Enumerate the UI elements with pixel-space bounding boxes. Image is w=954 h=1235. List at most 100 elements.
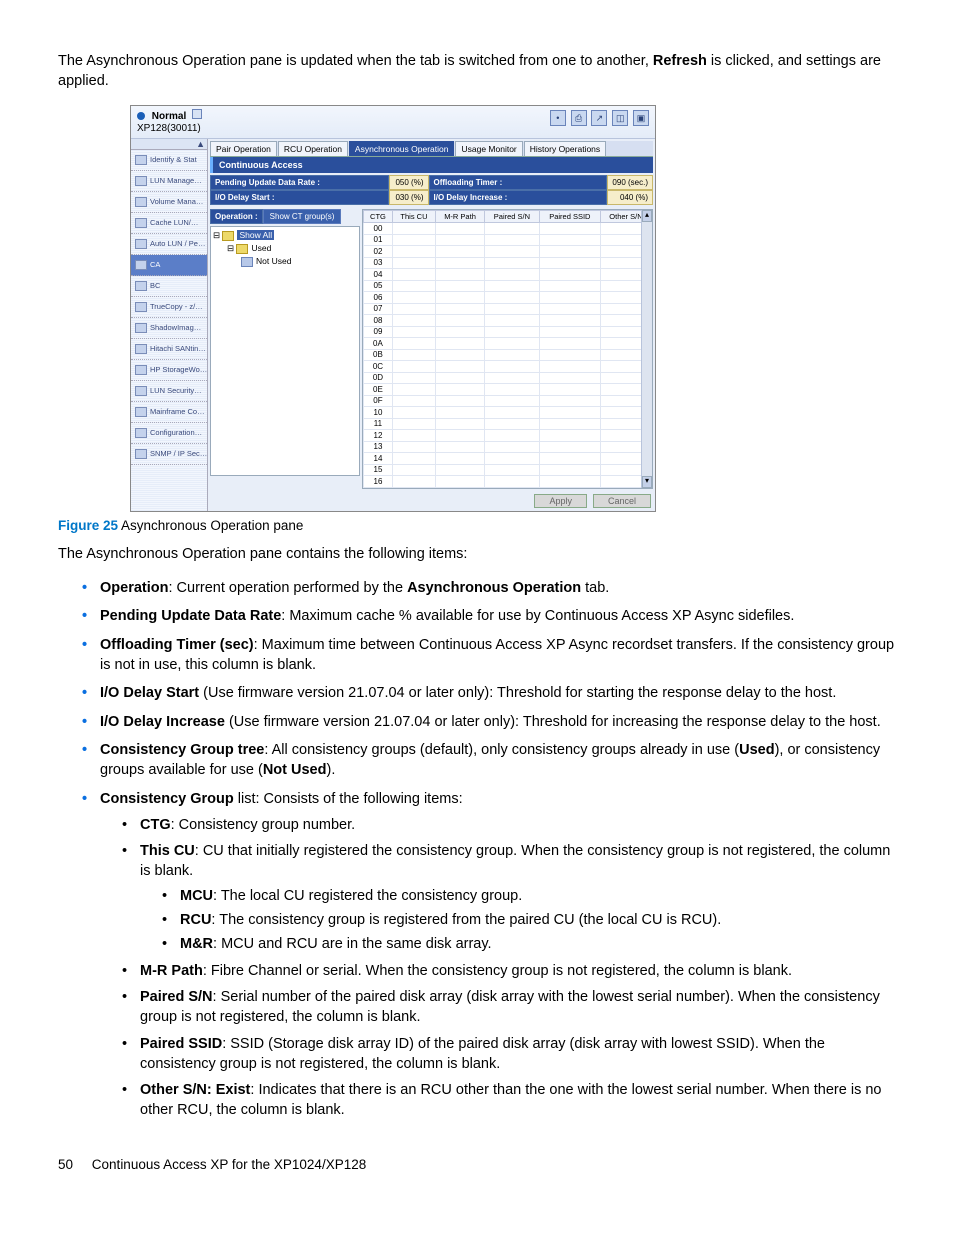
- sidebar-item[interactable]: Volume Mana…: [131, 192, 207, 213]
- toolbar-icon[interactable]: ◫: [612, 110, 628, 126]
- figure-caption: Figure 25 Asynchronous Operation pane: [58, 518, 896, 533]
- list-item: M&R: MCU and RCU are in the same disk ar…: [160, 934, 896, 954]
- table-row[interactable]: 0E: [364, 384, 652, 396]
- sidebar-item[interactable]: Auto LUN / Pe…: [131, 234, 207, 255]
- table-row[interactable]: 14: [364, 453, 652, 465]
- nav-sidebar: ▲ Identify & StatLUN Manage…Volume Mana……: [131, 139, 208, 511]
- tab[interactable]: History Operations: [524, 141, 606, 156]
- sidebar-icon: [135, 407, 147, 417]
- list-item: CTG: Consistency group number.: [120, 815, 896, 835]
- table-row[interactable]: 0F: [364, 395, 652, 407]
- list-item: Paired S/N: Serial number of the paired …: [120, 987, 896, 1028]
- sidebar-icon: [135, 323, 147, 333]
- cancel-button[interactable]: Cancel: [593, 494, 651, 508]
- table-row[interactable]: 0D: [364, 372, 652, 384]
- table-row[interactable]: 16: [364, 476, 652, 488]
- sidebar-icon: [135, 176, 147, 186]
- table-row[interactable]: 04: [364, 269, 652, 281]
- sidebar-item[interactable]: SNMP / IP Sec…: [131, 444, 207, 465]
- column-header[interactable]: CTG: [364, 211, 393, 223]
- list-item: Offloading Timer (sec): Maximum time bet…: [80, 635, 896, 676]
- table-row[interactable]: 13: [364, 441, 652, 453]
- stat-value-delay-start: 030 (%): [389, 190, 429, 205]
- list-item: Other S/N: Exist: Indicates that there i…: [120, 1080, 896, 1121]
- stats-grid: Pending Update Data Rate : 050 (%) Offlo…: [210, 175, 653, 205]
- toolbar-icon[interactable]: •: [550, 110, 566, 126]
- list-item: Consistency Group list: Consists of the …: [80, 789, 896, 1121]
- figure-label: Figure 25: [58, 518, 118, 533]
- stat-value-delay-increase: 040 (%): [607, 190, 653, 205]
- sidebar-item[interactable]: Mainframe Co…: [131, 402, 207, 423]
- stat-value-pending: 050 (%): [389, 175, 429, 190]
- sidebar-icon: [135, 302, 147, 312]
- list-item: This CU: CU that initially registered th…: [120, 841, 896, 954]
- status-dot-icon: [137, 112, 145, 120]
- tree-node-root[interactable]: ⊟ Show All: [213, 229, 357, 242]
- intro-pre: The Asynchronous Operation pane is updat…: [58, 53, 653, 69]
- toolbar-icon[interactable]: ⎙: [571, 110, 587, 126]
- table-row[interactable]: 03: [364, 257, 652, 269]
- table-row[interactable]: 07: [364, 303, 652, 315]
- sidebar-icon: [135, 197, 147, 207]
- column-header[interactable]: Paired S/N: [485, 211, 540, 223]
- grid-scrollbar[interactable]: ▴ ▾: [641, 210, 652, 488]
- sidebar-item[interactable]: LUN Manage…: [131, 171, 207, 192]
- list-item: M-R Path: Fibre Channel or serial. When …: [120, 961, 896, 981]
- toolbar-icon[interactable]: ↗: [591, 110, 607, 126]
- table-row[interactable]: 0B: [364, 349, 652, 361]
- sidebar-icon: [135, 260, 147, 270]
- table-row[interactable]: 02: [364, 246, 652, 258]
- table-row[interactable]: 09: [364, 326, 652, 338]
- sidebar-icon: [135, 386, 147, 396]
- sidebar-icon: [135, 239, 147, 249]
- stat-label-offloading: Offloading Timer :: [429, 175, 608, 190]
- sidebar-item[interactable]: LUN Security…: [131, 381, 207, 402]
- sidebar-item[interactable]: CA: [131, 255, 207, 276]
- tab[interactable]: RCU Operation: [278, 141, 348, 156]
- sidebar-item[interactable]: BC: [131, 276, 207, 297]
- scroll-down-icon[interactable]: ▾: [642, 476, 652, 488]
- table-row[interactable]: 0C: [364, 361, 652, 373]
- column-header[interactable]: M-R Path: [436, 211, 485, 223]
- tab[interactable]: Asynchronous Operation: [349, 141, 455, 156]
- ct-group-grid[interactable]: CTGThis CUM-R PathPaired S/NPaired SSIDO…: [362, 209, 653, 489]
- table-row[interactable]: 0A: [364, 338, 652, 350]
- show-ct-groups-button[interactable]: Show CT group(s): [263, 209, 342, 224]
- sidebar-item[interactable]: HP StorageWo…: [131, 360, 207, 381]
- scroll-up-icon[interactable]: ▴: [642, 210, 652, 222]
- stat-label-pending: Pending Update Data Rate :: [210, 175, 389, 190]
- tab[interactable]: Pair Operation: [210, 141, 277, 156]
- sidebar-item[interactable]: ShadowImag…: [131, 318, 207, 339]
- collapse-icon[interactable]: [192, 109, 202, 119]
- sidebar-item[interactable]: Configuration…: [131, 423, 207, 444]
- folder-icon: [236, 244, 248, 254]
- operation-bar: Operation : Show CT group(s): [210, 209, 360, 224]
- list-item: Operation: Current operation performed b…: [80, 578, 896, 598]
- sidebar-item[interactable]: Hitachi SANtin…: [131, 339, 207, 360]
- table-row[interactable]: 11: [364, 418, 652, 430]
- table-row[interactable]: 05: [364, 280, 652, 292]
- intro-bold: Refresh: [653, 53, 707, 69]
- table-row[interactable]: 15: [364, 464, 652, 476]
- sidebar-item[interactable]: Cache LUN/…: [131, 213, 207, 234]
- table-row[interactable]: 00: [364, 223, 652, 235]
- toolbar-icon[interactable]: ▣: [633, 110, 649, 126]
- table-row[interactable]: 06: [364, 292, 652, 304]
- sidebar-icon: [135, 218, 147, 228]
- table-row[interactable]: 10: [364, 407, 652, 419]
- table-row[interactable]: 01: [364, 234, 652, 246]
- tree-node-not-used[interactable]: Not Used: [213, 255, 357, 268]
- column-header[interactable]: This CU: [392, 211, 435, 223]
- table-row[interactable]: 12: [364, 430, 652, 442]
- sidebar-scroll-up-icon[interactable]: ▲: [131, 139, 207, 150]
- apply-button[interactable]: Apply: [534, 494, 587, 508]
- table-row[interactable]: 08: [364, 315, 652, 327]
- tree-node-used[interactable]: ⊟ Used: [213, 242, 357, 255]
- column-header[interactable]: Paired SSID: [539, 211, 600, 223]
- stat-value-offloading: 090 (sec.): [607, 175, 653, 190]
- sidebar-item[interactable]: TrueCopy - z/…: [131, 297, 207, 318]
- consistency-group-tree[interactable]: ⊟ Show All ⊟ Used Not Used: [210, 226, 360, 476]
- tab[interactable]: Usage Monitor: [455, 141, 522, 156]
- tab-row: Pair OperationRCU OperationAsynchronous …: [210, 141, 653, 157]
- sidebar-item[interactable]: Identify & Stat: [131, 150, 207, 171]
